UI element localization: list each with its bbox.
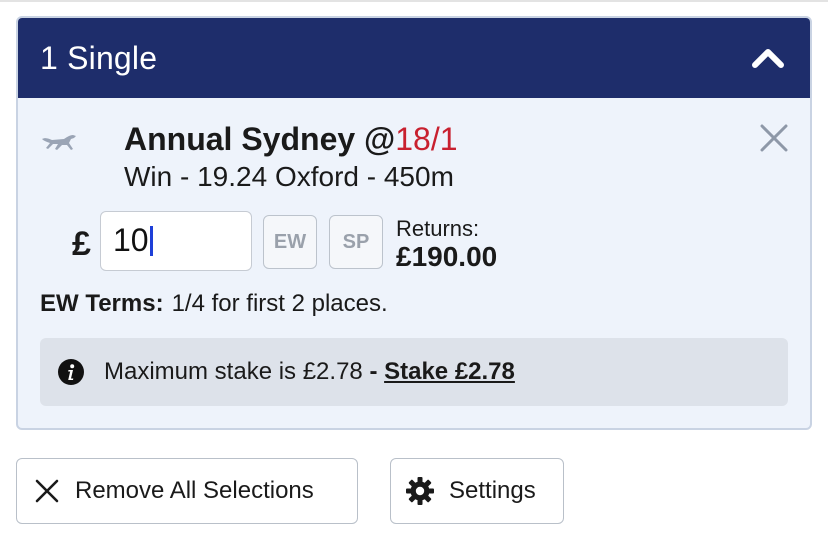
- runner-name: Annual Sydney: [124, 121, 356, 157]
- stake-row: £ 10 EW SP Returns: £190.00: [18, 211, 810, 275]
- currency-symbol: £: [72, 225, 91, 263]
- ew-terms-label: EW Terms:: [40, 290, 164, 317]
- returns-label: Returns:: [396, 216, 480, 241]
- remove-all-selections-button[interactable]: Remove All Selections: [16, 458, 358, 524]
- returns: Returns: £190.00: [396, 217, 497, 273]
- odds: 18/1: [395, 121, 458, 157]
- collapse-button[interactable]: [748, 38, 788, 78]
- remove-selection-button[interactable]: [756, 120, 792, 156]
- alert-text: Maximum stake is £2.78 - Stake £2.78: [104, 358, 515, 386]
- each-way-toggle[interactable]: EW: [263, 215, 317, 269]
- selection-title: Annual Sydney @18/1: [124, 120, 788, 158]
- greyhound-icon: [42, 135, 76, 150]
- info-icon: [58, 359, 84, 385]
- betslip-panel: 1 Single Annual Sydney @18/1 Win - 19.24…: [16, 16, 812, 430]
- stake-value: 10: [113, 222, 149, 258]
- betslip-header[interactable]: 1 Single: [18, 18, 810, 98]
- remove-all-label: Remove All Selections: [75, 477, 314, 504]
- market-description: Win - 19.24 Oxford - 450m: [124, 161, 454, 192]
- alert-message: Maximum stake is £2.78: [104, 358, 363, 385]
- at-symbol: @: [364, 121, 396, 157]
- gear-icon: [406, 477, 434, 505]
- top-divider: [0, 0, 828, 2]
- ew-terms-value: 1/4 for first 2 places.: [171, 290, 388, 317]
- ew-terms: EW Terms: 1/4 for first 2 places.: [40, 290, 388, 318]
- alert-separator: -: [369, 358, 378, 385]
- close-icon: [760, 124, 788, 152]
- chevron-up-icon: [752, 49, 784, 68]
- settings-button[interactable]: Settings: [390, 458, 564, 524]
- text-caret: [149, 226, 153, 256]
- returns-value: £190.00: [396, 241, 498, 272]
- close-icon: [35, 479, 59, 503]
- stake-input[interactable]: 10: [100, 211, 252, 271]
- selection-card: Annual Sydney @18/1 Win - 19.24 Oxford -…: [18, 98, 810, 194]
- stake-max-link[interactable]: Stake £2.78: [384, 358, 515, 385]
- max-stake-alert: Maximum stake is £2.78 - Stake £2.78: [40, 338, 788, 406]
- settings-label: Settings: [449, 477, 536, 504]
- betslip-title: 1 Single: [40, 39, 158, 76]
- starting-price-toggle[interactable]: SP: [329, 215, 383, 269]
